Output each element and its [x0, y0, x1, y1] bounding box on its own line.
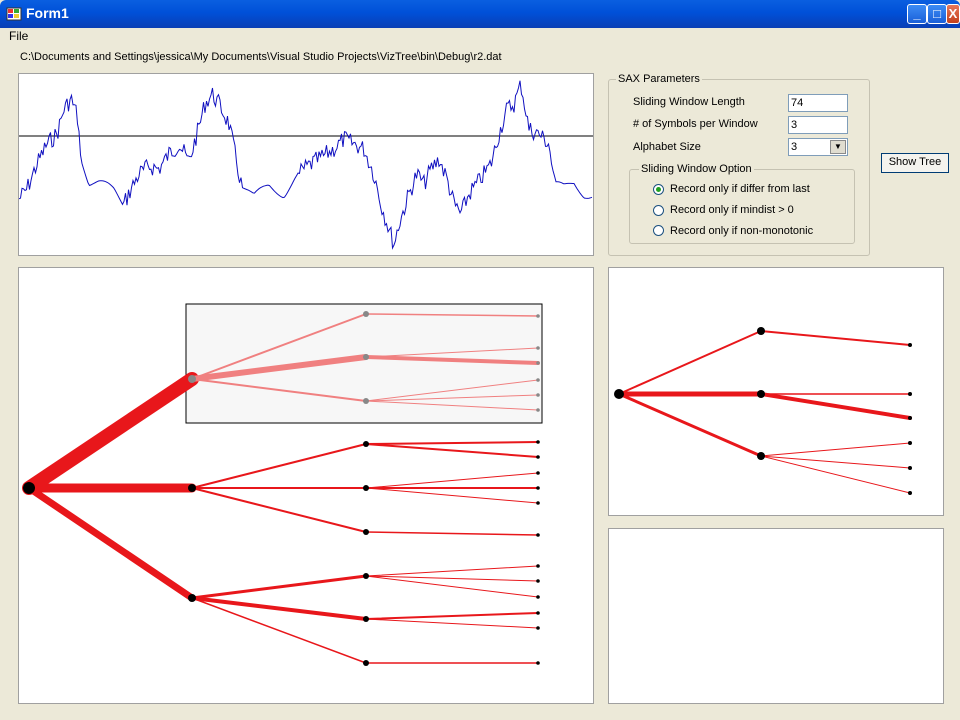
menu-file[interactable]: File — [9, 28, 28, 44]
tree-leaf[interactable] — [536, 595, 540, 599]
detail-tree-node[interactable] — [757, 327, 765, 335]
file-path-label: C:\Documents and Settings\jessica\My Doc… — [20, 51, 502, 63]
window-length-input[interactable]: 74 — [788, 94, 848, 112]
show-tree-button[interactable]: Show Tree — [881, 153, 949, 173]
details-panel — [608, 528, 944, 704]
tree-node[interactable] — [363, 485, 369, 491]
zoom-selection-box[interactable] — [185, 303, 543, 424]
tree-node[interactable] — [363, 616, 369, 622]
tree-panel[interactable] — [18, 267, 594, 704]
tree-edge — [22, 372, 199, 495]
tree-node[interactable] — [188, 375, 196, 383]
detail-tree-edge — [760, 330, 911, 346]
tree-node[interactable] — [363, 660, 369, 666]
time-series-panel[interactable] — [18, 73, 594, 256]
radio-non-monotonic[interactable] — [653, 225, 664, 236]
radio-mindist[interactable] — [653, 205, 664, 216]
tree-node[interactable] — [363, 354, 369, 360]
option-non-monotonic-label: Record only if non-monotonic — [670, 225, 814, 237]
title-bar[interactable]: Form1 _ □ X — [0, 0, 960, 28]
menu-bar: File — [0, 28, 960, 46]
tree-leaf[interactable] — [536, 408, 540, 412]
tree-edge — [365, 575, 539, 598]
tree-leaf[interactable] — [536, 579, 540, 583]
tree-node[interactable] — [363, 529, 369, 535]
sliding-window-option-title: Sliding Window Option — [639, 163, 754, 175]
tree-edge — [191, 487, 367, 533]
window-title: Form1 — [26, 5, 69, 21]
tree-leaf[interactable] — [536, 378, 540, 382]
tree-edge — [365, 575, 539, 582]
tree-edge — [365, 612, 539, 620]
tree-edge — [365, 472, 539, 489]
detail-tree-edge — [617, 392, 763, 458]
minimize-button[interactable]: _ — [907, 4, 927, 24]
tree-leaf[interactable] — [536, 611, 540, 615]
tree-root-node[interactable] — [23, 482, 35, 494]
tree-leaf[interactable] — [536, 533, 540, 537]
detail-tree-leaf[interactable] — [908, 441, 912, 445]
option-mindist-label: Record only if mindist > 0 — [670, 204, 794, 216]
tree-leaf[interactable] — [536, 564, 540, 568]
tree-leaf[interactable] — [536, 501, 540, 505]
tree-leaf[interactable] — [536, 455, 540, 459]
tree-edge — [365, 443, 539, 458]
detail-tree-leaf[interactable] — [908, 466, 912, 470]
detail-tree-edge — [759, 392, 912, 420]
sax-parameters-title: SAX Parameters — [616, 73, 702, 85]
tree-edge — [365, 531, 539, 536]
tree-node[interactable] — [363, 573, 369, 579]
tree-edge — [365, 487, 539, 504]
tree-edge — [25, 484, 196, 602]
alphabet-select-value: 3 — [791, 141, 798, 153]
tree-leaf[interactable] — [536, 314, 540, 318]
tree-leaf[interactable] — [536, 393, 540, 397]
tree-leaf[interactable] — [536, 361, 540, 365]
tree-node[interactable] — [188, 594, 196, 602]
window-length-label: Sliding Window Length — [633, 96, 745, 108]
tree-leaf[interactable] — [536, 661, 540, 665]
detail-tree-leaf[interactable] — [908, 491, 912, 495]
maximize-button[interactable]: □ — [927, 4, 947, 24]
detail-tree-node[interactable] — [757, 452, 765, 460]
tree-edge — [190, 574, 368, 600]
tree-node[interactable] — [363, 398, 369, 404]
alphabet-select[interactable]: 3 ▼ — [788, 138, 848, 156]
detail-tree-leaf[interactable] — [908, 392, 912, 396]
tree-node[interactable] — [363, 311, 369, 317]
detail-tree-leaf[interactable] — [908, 416, 912, 420]
radio-differ-from-last[interactable] — [653, 184, 664, 195]
detail-tree-panel[interactable] — [608, 267, 944, 516]
tree-edge — [191, 443, 367, 489]
tree-leaf[interactable] — [536, 346, 540, 350]
alphabet-label: Alphabet Size — [633, 141, 701, 153]
tree-leaf[interactable] — [536, 486, 540, 490]
chevron-down-icon[interactable]: ▼ — [830, 140, 846, 154]
tree-node[interactable] — [363, 441, 369, 447]
tree-edge — [365, 441, 539, 445]
detail-tree-edge — [760, 442, 911, 457]
detail-tree-leaf[interactable] — [908, 343, 912, 347]
close-button[interactable]: X — [946, 4, 960, 24]
symbols-label: # of Symbols per Window — [633, 118, 758, 130]
app-icon — [6, 7, 22, 21]
detail-tree-root-node[interactable] — [614, 389, 624, 399]
time-series-line — [19, 80, 593, 250]
tree-leaf[interactable] — [536, 440, 540, 444]
tree-leaf[interactable] — [536, 626, 540, 630]
symbols-input[interactable]: 3 — [788, 116, 848, 134]
tree-edge — [365, 618, 539, 629]
tree-edge — [365, 565, 539, 577]
detail-tree-edge — [618, 330, 762, 395]
tree-node[interactable] — [188, 484, 196, 492]
tree-leaf[interactable] — [536, 471, 540, 475]
option-differ-label: Record only if differ from last — [670, 183, 810, 195]
detail-tree-node[interactable] — [757, 390, 765, 398]
